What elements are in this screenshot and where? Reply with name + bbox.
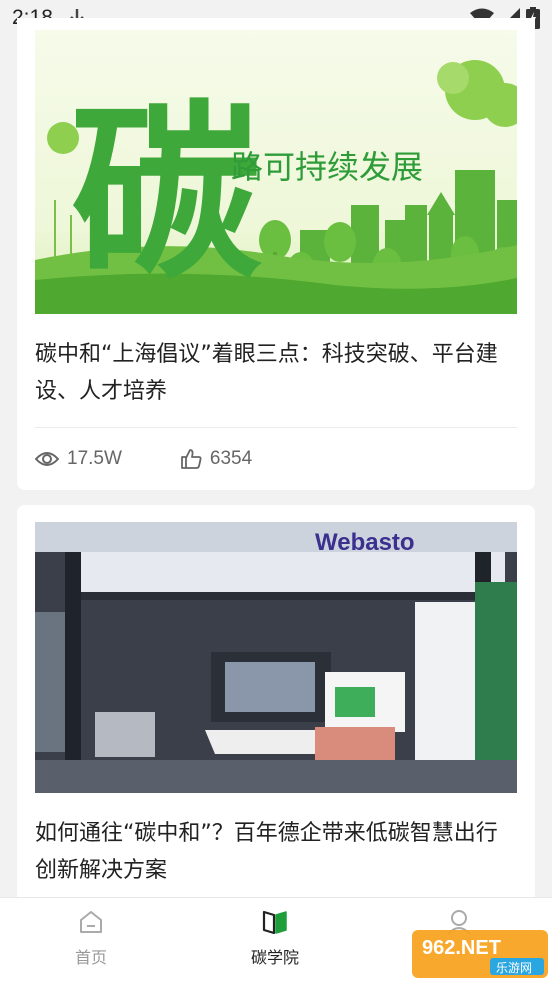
article-card[interactable]: 碳 路可持续发展 碳中和“上海倡议”着眼三点：科技突破、平台建设、人才培养 17… xyxy=(17,18,535,490)
nav-item-academy[interactable]: 碳学院 xyxy=(220,908,330,968)
article-title[interactable]: 如何通往“碳中和”？百年德企带来低碳智慧出行创新解决方案 xyxy=(35,815,517,889)
article-title[interactable]: 碳中和“上海倡议”着眼三点：科技突破、平台建设、人才培养 xyxy=(35,336,517,410)
divider xyxy=(35,427,517,428)
eye-icon xyxy=(35,452,59,466)
views-stat: 17.5W xyxy=(35,448,122,470)
thumbnail-big-character: 碳 xyxy=(71,82,262,305)
home-icon xyxy=(80,911,102,933)
article-card[interactable]: Webasto 如何通往“碳中和”？百年德企带来低碳智慧出行创新解决方案 xyxy=(17,505,535,925)
article-thumbnail[interactable]: Webasto xyxy=(35,522,517,793)
nav-label-home: 首页 xyxy=(74,948,107,967)
book-icon xyxy=(262,910,287,935)
views-count: 17.5W xyxy=(67,448,122,469)
thumbnail-brand: Webasto xyxy=(315,529,415,556)
site-watermark-logo: 962.NET 乐游网 xyxy=(412,930,548,978)
likes-count: 6354 xyxy=(209,448,253,469)
likes-stat[interactable]: 6354 xyxy=(180,448,252,470)
svg-text:962.NET: 962.NET xyxy=(422,937,501,959)
nav-label-academy: 碳学院 xyxy=(250,948,299,967)
thumbs-up-icon[interactable] xyxy=(180,448,202,470)
thumbnail-slogan: 路可持续发展 xyxy=(231,148,423,186)
nav-item-home[interactable]: 首页 xyxy=(36,908,146,968)
svg-text:乐游网: 乐游网 xyxy=(496,961,532,975)
article-thumbnail[interactable]: 碳 路可持续发展 xyxy=(35,30,517,314)
article-stats: 17.5W 6354 xyxy=(35,446,310,472)
